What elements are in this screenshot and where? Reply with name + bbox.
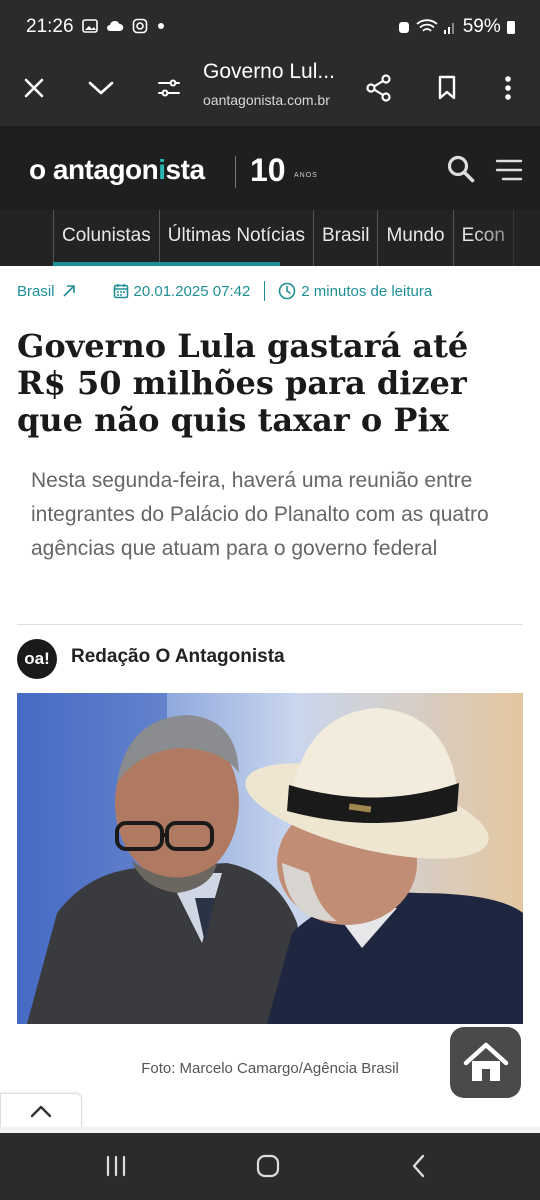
image-icon <box>82 19 98 33</box>
battery-percent: 59% <box>462 16 501 37</box>
more-vert-icon <box>505 76 511 100</box>
category-nav-list: Colunistas Últimas Notícias Brasil Mundo… <box>53 210 514 266</box>
page-host[interactable]: oantagonista.com.br <box>203 92 330 108</box>
anniversary-label: ANOS <box>294 172 318 179</box>
article-category[interactable]: Brasil <box>17 283 55 300</box>
back-icon <box>412 1154 425 1178</box>
bookmark-button[interactable] <box>427 68 467 108</box>
more-options-button[interactable] <box>488 68 528 108</box>
calendar-icon <box>113 284 128 299</box>
instagram-icon <box>133 18 148 34</box>
article-headline: Governo Lula gastará até R$ 50 milhões p… <box>17 327 469 439</box>
status-right: 59% <box>397 16 516 38</box>
reading-time: 2 minutos de leitura <box>301 282 433 300</box>
nav-scroll-indicator <box>53 262 280 266</box>
author-avatar[interactable]: oa! <box>17 639 57 679</box>
arrow-up-right-icon <box>62 285 75 297</box>
status-time: 21:26 <box>26 16 74 37</box>
close-icon <box>24 78 44 98</box>
article-photo[interactable] <box>17 693 523 1024</box>
search-icon <box>447 155 475 183</box>
system-home-button[interactable] <box>248 1151 288 1181</box>
article-date: 20.01.2025 07:42 <box>133 282 251 300</box>
share-button[interactable] <box>359 68 399 108</box>
site-header: o antagonista 10 ANOS <box>0 126 540 210</box>
nav-item-mundo[interactable]: Mundo <box>378 210 454 266</box>
site-search-button[interactable] <box>446 154 476 189</box>
chevron-up-icon <box>30 1105 52 1118</box>
minimize-tab-button[interactable] <box>81 68 121 108</box>
alarm-icon <box>398 21 409 33</box>
home-icon <box>463 1042 508 1081</box>
hamburger-icon <box>495 159 523 181</box>
nav-item-colunistas[interactable]: Colunistas <box>54 210 160 266</box>
nav-item-brasil[interactable]: Brasil <box>314 210 379 266</box>
cloud-icon <box>107 21 124 32</box>
logo-divider <box>235 156 236 188</box>
clock-icon <box>278 282 296 300</box>
tune-icon <box>158 79 180 97</box>
circle-home-icon <box>256 1154 280 1178</box>
close-tab-button[interactable] <box>14 68 54 108</box>
site-settings-button[interactable] <box>149 68 189 108</box>
category-nav: Colunistas Últimas Notícias Brasil Mundo… <box>0 210 540 266</box>
battery-icon <box>507 20 515 34</box>
signal-icon <box>444 22 455 34</box>
logo-text-suffix: sta <box>165 154 205 185</box>
anniversary-badge: 10 <box>250 152 286 188</box>
article-lead: Nesta segunda-feira, haverá uma reunião … <box>31 469 489 560</box>
recents-icon <box>106 1155 126 1177</box>
bookmark-icon <box>438 75 456 100</box>
system-back-button[interactable] <box>399 1151 439 1181</box>
status-bar: 21:26 59% <box>0 0 540 54</box>
author-name[interactable]: Redação O Antagonista <box>71 646 285 668</box>
page-title[interactable]: Governo Lul... <box>203 60 335 84</box>
logo-text-prefix: o antagon <box>29 154 159 185</box>
chevron-down-icon <box>88 81 114 95</box>
site-menu-button[interactable] <box>494 158 524 187</box>
nav-item-ultimas-noticias[interactable]: Últimas Notícias <box>160 210 314 266</box>
dot-icon <box>157 23 164 30</box>
meta-divider <box>264 281 266 301</box>
logo-text-i: i <box>158 154 166 185</box>
nav-fade <box>470 210 540 266</box>
system-navigation-bar <box>0 1133 540 1200</box>
home-button[interactable] <box>450 1027 521 1098</box>
recent-apps-button[interactable] <box>96 1151 136 1181</box>
site-logo[interactable]: o antagonista <box>29 154 205 186</box>
scroll-up-tab[interactable] <box>0 1093 82 1128</box>
notification-icons <box>82 17 165 34</box>
article-meta: Brasil 20.01.2025 07:42 2 minutos de lei… <box>17 281 432 301</box>
browser-toolbar: Governo Lul... oantagonista.com.br <box>0 54 540 126</box>
share-icon <box>366 74 391 102</box>
divider <box>17 624 523 625</box>
wifi-icon <box>416 19 438 32</box>
